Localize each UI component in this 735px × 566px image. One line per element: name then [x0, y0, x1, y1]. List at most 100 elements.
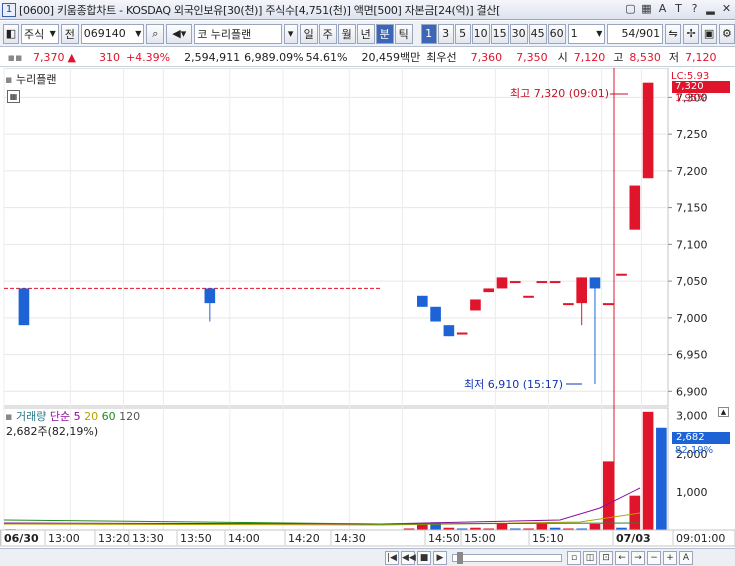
arrow-right-icon[interactable]: → [631, 550, 645, 565]
chevron-down-icon: ▼ [49, 29, 56, 38]
price-tick-label: 7,200 [676, 165, 708, 178]
candle-body [536, 281, 548, 284]
volume-tick-label: 3,000 [676, 410, 708, 423]
chart-type-icon[interactable]: ◧ [3, 23, 19, 44]
chevron-down-icon[interactable]: ▾ [283, 23, 298, 44]
stop-icon[interactable]: ■ [417, 550, 431, 565]
close-icon[interactable]: ✕ [720, 2, 733, 16]
interval-button-30[interactable]: 30 [509, 23, 528, 44]
zoom-in-icon[interactable]: + [663, 550, 677, 565]
interval-select[interactable]: 1 ▼ [567, 23, 606, 44]
title-bar: 1 [0600] 키움종합차트 - KOSDAQ 외국인보유[30(천)] 주식… [0, 0, 735, 20]
window-icon[interactable]: ▢ [624, 2, 637, 16]
zoom-out-icon[interactable]: − [647, 550, 661, 565]
period-button-2[interactable]: 월 [337, 23, 356, 44]
zoom-slider[interactable] [452, 551, 562, 564]
volume-bar [602, 461, 614, 530]
interval-button-1[interactable]: 1 [420, 23, 437, 44]
play-icon[interactable]: ▶ [433, 550, 447, 565]
chart-area[interactable]: 7,300 7,250 7,200 7,150 7,100 7,050 7,000 6,950… [0, 68, 735, 547]
chevron-down-icon: ▼ [596, 29, 603, 38]
grid-icon[interactable]: ▦ [640, 2, 653, 16]
change-pct: +4.39% [125, 50, 171, 64]
time-tick-label: 07/03 [616, 532, 651, 545]
foreign-pct: 54.61% [305, 50, 348, 64]
candle-body [204, 288, 216, 304]
ma-60: 60 [101, 410, 116, 423]
time-tick-label: 14:50 [428, 532, 460, 545]
arrow-left-icon[interactable]: ← [615, 550, 629, 565]
help-icon[interactable]: ? [688, 2, 701, 16]
bid-label: 최우선 [426, 51, 457, 64]
save-icon[interactable]: ▣ [701, 23, 718, 44]
speaker-icon[interactable]: ◀▾ [166, 23, 193, 44]
count-field[interactable]: 54/901 [607, 23, 664, 44]
search-icon[interactable]: ⌕ [146, 23, 165, 44]
interval-button-10[interactable]: 10 [471, 23, 490, 44]
candles [18, 82, 654, 385]
crosshair-icon[interactable]: ✢ [683, 23, 700, 44]
ma-label: 단순 [49, 410, 71, 423]
candle-body [563, 303, 574, 306]
bid-price-2: 7,350 [516, 50, 548, 64]
code-value: 069140 [83, 27, 126, 40]
chart-svg[interactable]: 7,3007,2507,2007,1507,1007,0507,0006,950… [0, 68, 735, 548]
t-icon[interactable]: T [672, 2, 685, 16]
time-tick-label: 13:00 [48, 532, 80, 545]
time-axis: 06/30 13:00 13:20 13:30 13:50 14:00 14:20 14:30… [0, 529, 735, 547]
ma-5: 5 [73, 410, 81, 423]
price-axis: 7,3007,2507,2007,1507,1007,0507,0006,950… [668, 91, 708, 398]
volume-bar [656, 427, 667, 530]
type-select[interactable]: 주식 ▼ [21, 23, 59, 44]
split-icon[interactable]: ◫ [583, 550, 597, 565]
high-label: 고 [613, 51, 624, 64]
volume-value-label: 2,682주(82,19%) [6, 425, 99, 438]
scale-icon[interactable]: ⇋ [665, 23, 682, 44]
mode-button[interactable]: 전 [60, 23, 79, 44]
toolbar: ◧ 주식 ▼ 전 069140 ▼ ⌕ ◀▾ 코 누리플랜 ▾ 일주월년분틱 135… [0, 21, 735, 47]
period-button-1[interactable]: 주 [318, 23, 337, 44]
time-tick-label: 13:30 [132, 532, 164, 545]
quote-handle-icon: ▪▪ [7, 50, 23, 64]
candle-body [509, 281, 521, 284]
interval-button-15[interactable]: 15 [490, 23, 509, 44]
price-tick-label: 6,900 [676, 385, 708, 398]
settings-icon[interactable]: ⚙ [719, 23, 735, 44]
tile-icon[interactable]: ▫ [567, 550, 581, 565]
high-price: 8,530 [629, 50, 661, 64]
period-button-0[interactable]: 일 [299, 23, 318, 44]
price-tick-label: 7,100 [676, 238, 708, 251]
grid-lines [3, 68, 669, 531]
period-button-4[interactable]: 분 [375, 23, 394, 44]
interval-button-5[interactable]: 5 [454, 23, 471, 44]
zoom-fit-icon[interactable]: ⊡ [599, 550, 613, 565]
bid-price-1: 7,360 [470, 50, 503, 64]
interval-button-3[interactable]: 3 [437, 23, 454, 44]
price: 7,370 [33, 50, 65, 64]
volume-current-pct: 82.19% [675, 445, 714, 456]
interval-button-60[interactable]: 60 [547, 23, 566, 44]
candle-body [523, 295, 534, 298]
minimize-icon[interactable]: ▂ [704, 2, 717, 16]
volume-bars [3, 411, 667, 530]
panel-collapse-icon[interactable]: ▲ [718, 407, 729, 417]
code-input[interactable]: 069140 ▼ [80, 23, 145, 44]
high-annotation: 최고 7,320 (09:01) [510, 87, 610, 100]
current-pct-label: 1.95% [675, 93, 707, 104]
candle-body [443, 325, 455, 337]
volume-bar [589, 523, 601, 530]
volume-bar [642, 411, 654, 530]
text-icon[interactable]: A [656, 2, 669, 16]
time-tick-label: 13:20 [98, 532, 130, 545]
period-button-5[interactable]: 틱 [394, 23, 413, 44]
scroll-prev-icon[interactable]: ◀◀ [401, 550, 416, 565]
period-button-3[interactable]: 년 [356, 23, 375, 44]
text-size-icon[interactable]: A [679, 550, 693, 565]
volume-panel-frame [3, 407, 669, 531]
interval-button-45[interactable]: 45 [528, 23, 547, 44]
zoom-slider-handle[interactable] [457, 551, 463, 564]
candle-body [456, 332, 468, 335]
calendar-icon[interactable]: ▦ [7, 90, 20, 103]
scroll-first-icon[interactable]: |◀ [385, 550, 399, 565]
time-tick-label: 09:01:00 [676, 532, 725, 545]
